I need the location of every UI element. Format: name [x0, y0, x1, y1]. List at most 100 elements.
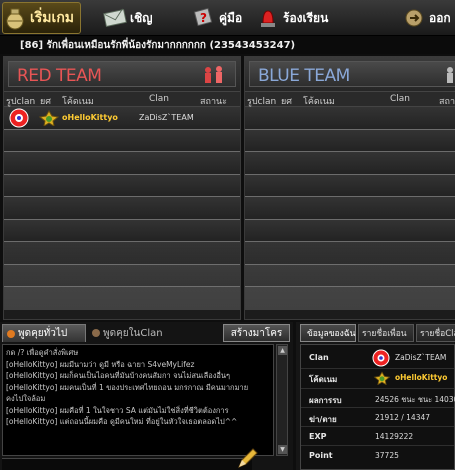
tab-friends[interactable]: รายชื่อเพื่อน: [358, 324, 414, 342]
player-slot[interactable]: [245, 129, 455, 152]
col-clan: Clan: [390, 94, 411, 104]
tab-my-info-label: ข้อมูลของฉัน: [307, 329, 356, 339]
tab-general-chat[interactable]: พูดคุยทั่วไป: [2, 324, 86, 342]
info-key: ฆ่า/ตาย: [309, 415, 337, 424]
rank-icon: [38, 110, 60, 126]
top-menu: เริ่มเกม เชิญ ? คู่มือ ร้องเรียน ออก: [0, 0, 455, 36]
player-slot[interactable]: [4, 174, 240, 197]
manual-button[interactable]: ? คู่มือ: [192, 4, 242, 32]
player-slot[interactable]: [245, 174, 455, 197]
player-slot[interactable]: [4, 197, 240, 220]
player-slot[interactable]: [4, 152, 240, 175]
player-slot[interactable]: [245, 197, 455, 220]
invite-label: เชิญ: [130, 10, 153, 25]
chat-input[interactable]: [2, 458, 252, 470]
info-key: EXP: [309, 432, 327, 441]
info-value: 14129222: [375, 432, 414, 441]
tab-clan-chat-label: พูดคุยในClan: [103, 327, 163, 339]
player-slot[interactable]: [245, 242, 455, 265]
chat-line: กด /? เพื่อดูคำสั่งพิเศษ: [6, 348, 79, 357]
blue-team-title: BLUE TEAM: [258, 66, 350, 86]
scroll-up-icon[interactable]: ▲: [278, 346, 287, 355]
start-game-label: เริ่มเกม: [30, 10, 75, 26]
col-status: สถานะ: [200, 97, 227, 107]
complain-button[interactable]: ร้องเรียน: [256, 4, 328, 32]
chat-line: [oHelloKittyo] ผมก็คนเป็นไอคนที่มันบ้างค…: [6, 371, 231, 380]
grenade-icon: [3, 7, 27, 30]
exit-icon: [402, 7, 426, 29]
red-soldiers-icon: [205, 66, 222, 83]
info-value: ZaDisZ`TEAM: [395, 353, 447, 362]
chat-log: กด /? เพื่อดูคำสั่งพิเศษ [oHelloKittyo] …: [2, 344, 274, 456]
info-value: 24526 ชนะ ชนะ 14030: [375, 395, 455, 404]
rank-icon: [373, 371, 391, 385]
tab-clan-list[interactable]: รายชื่อClan: [416, 324, 455, 342]
start-game-button[interactable]: เริ่มเกม: [2, 2, 82, 34]
blue-team-title-box: BLUE TEAM: [249, 61, 455, 87]
help-icon: ?: [192, 7, 216, 29]
tab-clan-chat[interactable]: พูดคุยในClan: [88, 324, 178, 342]
player-slot[interactable]: [245, 264, 455, 287]
chat-scrollbar[interactable]: ▲ ▼: [276, 344, 288, 456]
info-value: 37725: [375, 451, 399, 460]
info-value: oHelloKittyo: [395, 373, 448, 382]
player-slot[interactable]: oHelloKittyo ZaDisZ`TEAM: [4, 107, 240, 130]
envelope-icon: [103, 7, 127, 29]
blue-team-header: BLUE TEAM: [245, 57, 455, 91]
chat-line: [oHelloKittyo] ผมคือที่ 1 ในใจชาว SA แต่…: [6, 405, 229, 415]
clan-emblem-icon: [372, 349, 390, 367]
red-team-title-box: RED TEAM: [8, 61, 236, 87]
red-team-header: RED TEAM: [4, 57, 240, 91]
player-row[interactable]: oHelloKittyo ZaDisZ`TEAM: [4, 107, 240, 129]
player-slot[interactable]: [4, 129, 240, 152]
blue-team-panel: BLUE TEAM รูปclan ยศ โค้ดเนม Clan สถานะ: [244, 56, 455, 320]
col-status: สถานะ: [439, 97, 455, 107]
info-row-codename: โค้ดเนม oHelloKittyo: [301, 369, 454, 389]
chat-line: [oHelloKittyo] ผมมีนามว่า ดูมี หรือ ฉายา…: [6, 359, 195, 369]
exit-button[interactable]: ออก: [402, 4, 451, 32]
manual-label: คู่มือ: [219, 10, 243, 25]
blue-soldiers-icon: [447, 67, 453, 83]
room-title-bar: [86] รักเพื่อนเหมือนรักพี่น้องรักมากกกกก…: [0, 36, 455, 54]
info-panel: ข้อมูลของฉัน รายชื่อเพื่อน รายชื่อClan C…: [296, 322, 455, 470]
red-team-title: RED TEAM: [17, 66, 102, 86]
info-row-battle: ผลการรบ 24526 ชนะ ชนะ 14030: [301, 390, 455, 408]
info-key: ผลการรบ: [309, 396, 342, 405]
player-slot[interactable]: [4, 287, 240, 310]
chat-dot-icon: [7, 329, 15, 338]
info-key: Point: [309, 451, 333, 460]
info-row-point: Point 37725: [301, 447, 454, 465]
chat-line: [oHelloKittyo] แต่ถอนนี้ผมคือ ดูมีคนใหม่…: [6, 417, 238, 426]
player-slot[interactable]: [245, 152, 455, 175]
player-slot[interactable]: [4, 219, 240, 242]
player-slot[interactable]: [245, 287, 455, 310]
info-row-clan: Clan ZaDisZ`TEAM: [301, 347, 454, 369]
chat-line: คงไปใจล้อม: [6, 394, 46, 403]
info-key: Clan: [309, 353, 329, 362]
macro-button[interactable]: สร้างมาโคร: [223, 324, 290, 342]
red-team-panel: RED TEAM รูปclan ยศ โค้ดเนม Clan สถานะ o…: [3, 56, 241, 320]
col-rank: ยศ: [281, 97, 292, 107]
player-slot[interactable]: [245, 219, 455, 242]
exit-label: ออก: [429, 10, 451, 25]
tab-my-info[interactable]: ข้อมูลของฉัน: [300, 324, 356, 342]
player-slot[interactable]: [245, 107, 455, 130]
player-slot[interactable]: [4, 242, 240, 265]
col-clan-icon: รูปclan: [247, 97, 277, 107]
pencil-icon: [238, 448, 258, 468]
info-box: Clan ZaDisZ`TEAM โค้ดเนม oHelloKittyo ผล…: [300, 344, 455, 470]
info-key: โค้ดเนม: [309, 375, 338, 384]
clan-emblem-icon: [9, 108, 29, 128]
player-slot[interactable]: [4, 264, 240, 287]
room-title: [86] รักเพื่อนเหมือนรักพี่น้องรักมากกกกก…: [20, 40, 296, 51]
siren-icon: [256, 7, 280, 29]
scroll-down-icon[interactable]: ▼: [278, 445, 287, 454]
blue-team-columns: รูปclan ยศ โค้ดเนม Clan สถานะ: [245, 91, 455, 107]
invite-button[interactable]: เชิญ: [103, 4, 152, 32]
complain-label: ร้องเรียน: [283, 10, 329, 25]
info-row-kd: ฆ่า/ตาย 21912 / 14347: [301, 409, 454, 427]
col-codename: โค้ดเนม: [62, 97, 94, 107]
red-team-slots: oHelloKittyo ZaDisZ`TEAM: [4, 107, 240, 310]
col-clan: Clan: [149, 94, 170, 104]
chat-dot-icon: [92, 329, 100, 337]
